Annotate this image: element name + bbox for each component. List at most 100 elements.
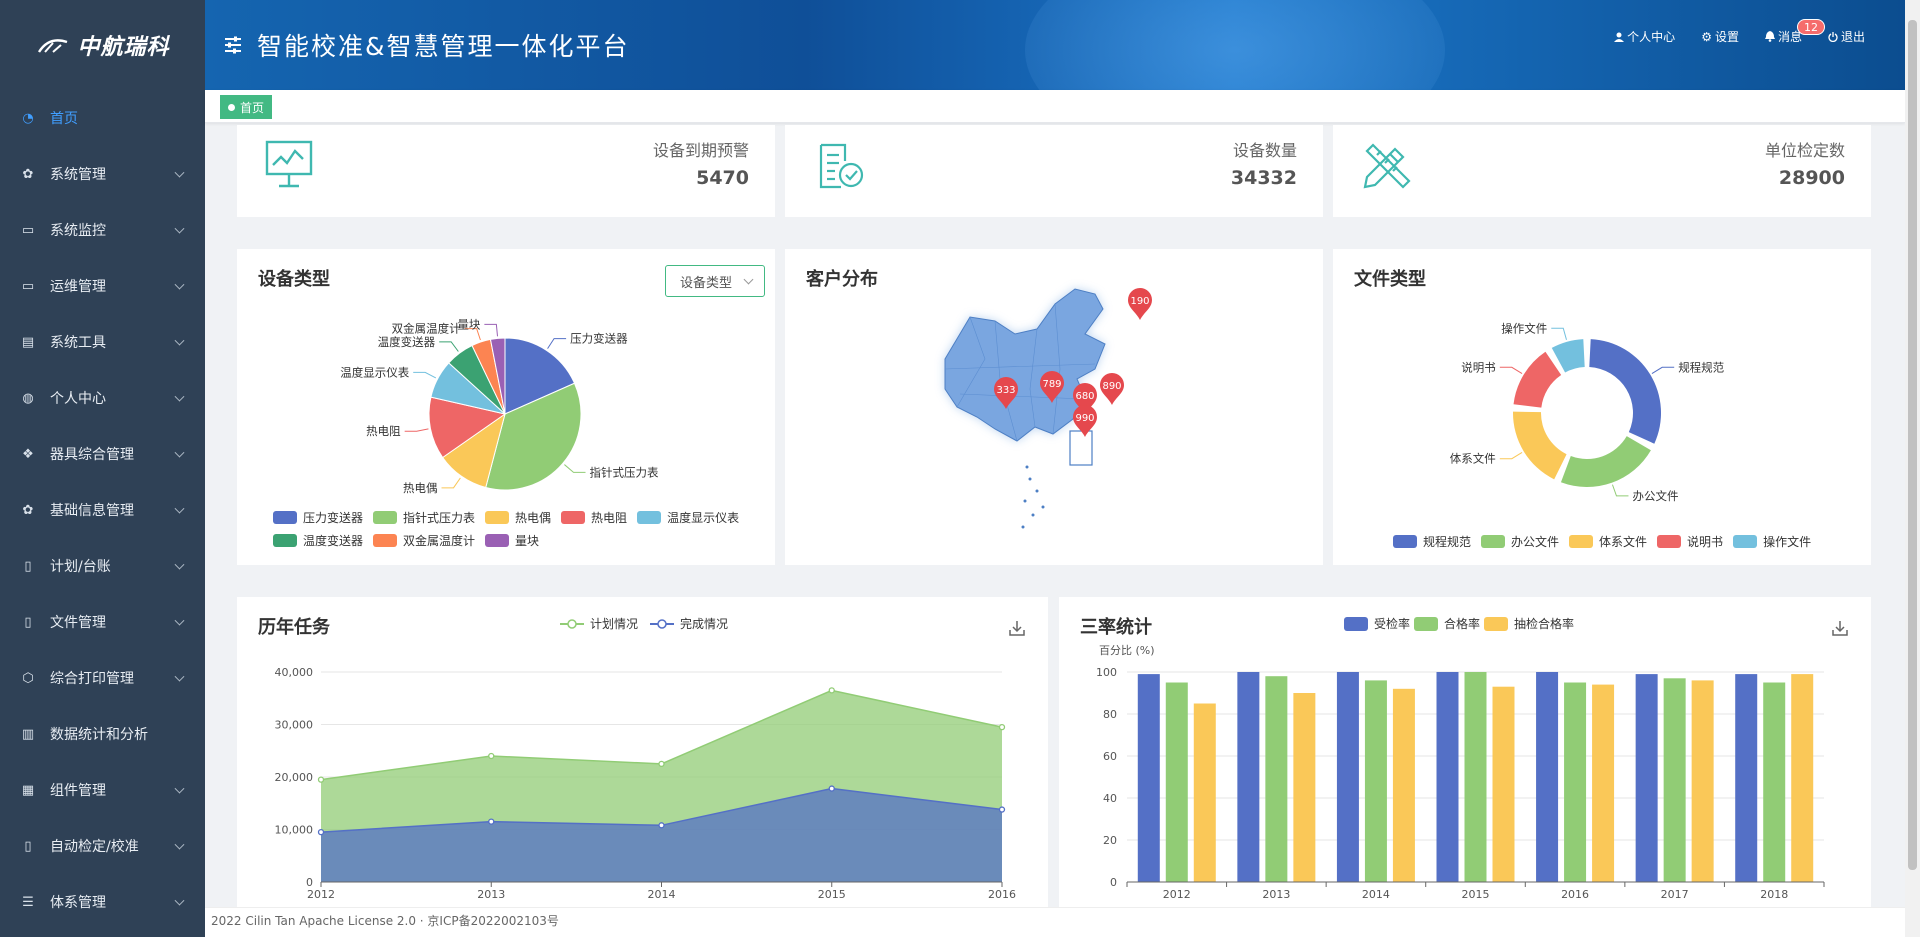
bar[interactable] <box>1735 674 1758 882</box>
x-tick-label: 2014 <box>648 888 676 901</box>
y-tick-label: 0 <box>1110 876 1117 889</box>
legend-item[interactable]: 热电阻 <box>561 509 627 526</box>
legend-item[interactable]: 操作文件 <box>1733 533 1811 550</box>
legend-item[interactable]: 合格率 <box>1414 616 1480 631</box>
pie-slice[interactable] <box>1513 411 1567 480</box>
vertical-scrollbar[interactable] <box>1905 0 1920 937</box>
bar[interactable] <box>1165 682 1188 883</box>
legend-swatch <box>561 511 586 524</box>
stat-value: 5470 <box>696 167 749 189</box>
legend-label: 合格率 <box>1444 616 1480 631</box>
sidebar-item[interactable]: ⬡ 综合打印管理 <box>0 650 205 706</box>
data-point[interactable] <box>998 806 1006 813</box>
messages-link[interactable]: 消息 12 <box>1764 19 1825 45</box>
data-point[interactable] <box>828 687 835 694</box>
tag-home[interactable]: 首页 <box>220 95 273 119</box>
pie-label: 操作文件 <box>1501 321 1547 335</box>
data-point[interactable] <box>317 776 325 783</box>
data-point[interactable] <box>658 760 665 768</box>
pie-slice[interactable] <box>1560 436 1651 487</box>
legend-item[interactable]: 抽检合格率 <box>1484 616 1574 631</box>
legend-item[interactable]: 热电偶 <box>485 509 551 526</box>
pie-slice[interactable] <box>1589 339 1661 444</box>
bar[interactable] <box>1691 680 1714 882</box>
profile-link[interactable]: 个人中心 <box>1614 28 1675 45</box>
sidebar-item[interactable]: ◍ 个人中心 <box>0 370 205 426</box>
bar[interactable] <box>1436 672 1459 882</box>
sidebar-item[interactable]: ▭ 运维管理 <box>0 258 205 314</box>
data-point[interactable] <box>488 818 495 825</box>
bar[interactable] <box>1265 676 1288 882</box>
sidebar-item[interactable]: ✿ 基础信息管理 <box>0 482 205 538</box>
legend-item[interactable]: 双金属温度计 <box>373 532 475 549</box>
legend-item[interactable]: 说明书 <box>1657 533 1723 550</box>
pie-slice[interactable] <box>1513 351 1562 408</box>
logout-link[interactable]: 退出 <box>1828 28 1865 45</box>
bar[interactable] <box>1536 672 1559 882</box>
sidebar-item[interactable]: ▤ 系统工具 <box>0 314 205 370</box>
bar[interactable] <box>1464 672 1487 882</box>
bar[interactable] <box>1763 682 1786 883</box>
bar[interactable] <box>1336 672 1359 882</box>
pie-label-line <box>441 477 461 489</box>
bar[interactable] <box>1293 693 1316 882</box>
bar[interactable] <box>1364 680 1387 882</box>
settings-link[interactable]: ⚙ 设置 <box>1701 28 1739 45</box>
device-type-select[interactable]: 设备类型 <box>665 265 765 297</box>
settings-label: 设置 <box>1714 30 1739 44</box>
sidebar-item[interactable]: ☰ 体系管理 <box>0 874 205 930</box>
logo[interactable]: 中航瑞科 <box>0 0 205 90</box>
history-panel: 历年任务 0 10,000 20,000 30,000 40,000 2012 2013 20… <box>237 597 1048 907</box>
sidebar-item[interactable]: ▦ 组件管理 <box>0 762 205 818</box>
map-marker[interactable]: 190 <box>1128 288 1152 320</box>
sidebar-item[interactable]: ▯ 自动检定/校准 <box>0 818 205 874</box>
bar[interactable] <box>1791 674 1814 882</box>
data-point[interactable] <box>488 752 495 760</box>
device-type-panel: 设备类型 设备类型 压力变送器 指针式压力表 热电偶 热电阻 温度显示仪表 温度变送器 双金… <box>237 249 775 565</box>
sidebar-item[interactable]: ▭ 系统监控 <box>0 202 205 258</box>
pie-slice[interactable] <box>1551 339 1585 373</box>
bar[interactable] <box>1663 678 1686 882</box>
legend-item[interactable]: 办公文件 <box>1481 533 1559 550</box>
y-tick-label: 80 <box>1103 708 1117 721</box>
sidebar-item[interactable]: ❖ 器具综合管理 <box>0 426 205 482</box>
data-point[interactable] <box>658 822 665 829</box>
legend-item[interactable]: 受检率 <box>1344 616 1410 631</box>
bar[interactable] <box>1392 688 1415 882</box>
sidebar-item[interactable]: ▯ 计划/台账 <box>0 538 205 594</box>
sidebar-item-label: 系统工具 <box>50 335 106 351</box>
bar[interactable] <box>1193 703 1216 883</box>
legend-item[interactable]: 量块 <box>485 532 539 549</box>
bar[interactable] <box>1635 674 1658 882</box>
bar[interactable] <box>1492 686 1515 882</box>
sidebar-item[interactable]: ▯ 文件管理 <box>0 594 205 650</box>
data-point[interactable] <box>317 828 325 836</box>
legend-item[interactable]: 体系文件 <box>1569 533 1647 550</box>
china-map[interactable]: 190 333 789 680 890 990 <box>785 249 1323 565</box>
legend-item[interactable]: 规程规范 <box>1393 533 1471 550</box>
sidebar-item[interactable]: ▥ 数据统计和分析 <box>0 706 205 762</box>
legend-swatch <box>637 511 662 524</box>
chevron-down-icon <box>174 559 185 570</box>
legend-item[interactable]: 计划情况 <box>560 617 638 631</box>
bar[interactable] <box>1592 684 1615 882</box>
scrollbar-thumb[interactable] <box>1908 20 1917 870</box>
x-tick-label: 2016 <box>988 888 1016 901</box>
legend-item[interactable]: 压力变送器 <box>273 509 363 526</box>
sliders-icon[interactable] <box>223 35 243 55</box>
map-marker[interactable]: 890 <box>1100 373 1124 405</box>
legend-item[interactable]: 指针式压力表 <box>373 509 475 526</box>
bar[interactable] <box>1237 672 1260 882</box>
sidebar-item[interactable]: ◔ 首页 <box>0 90 205 146</box>
legend-label: 压力变送器 <box>303 511 364 525</box>
sidebar-item[interactable]: ✿ 系统管理 <box>0 146 205 202</box>
map-marker[interactable]: 990 <box>1073 405 1097 437</box>
data-point[interactable] <box>828 785 835 792</box>
legend-item[interactable]: 温度显示仪表 <box>637 509 739 526</box>
data-point[interactable] <box>998 723 1006 731</box>
legend-item[interactable]: 完成情况 <box>650 616 728 631</box>
x-tick-label: 2016 <box>1561 888 1589 901</box>
bar[interactable] <box>1564 682 1587 883</box>
bar[interactable] <box>1137 674 1160 882</box>
legend-item[interactable]: 温度变送器 <box>273 532 363 549</box>
